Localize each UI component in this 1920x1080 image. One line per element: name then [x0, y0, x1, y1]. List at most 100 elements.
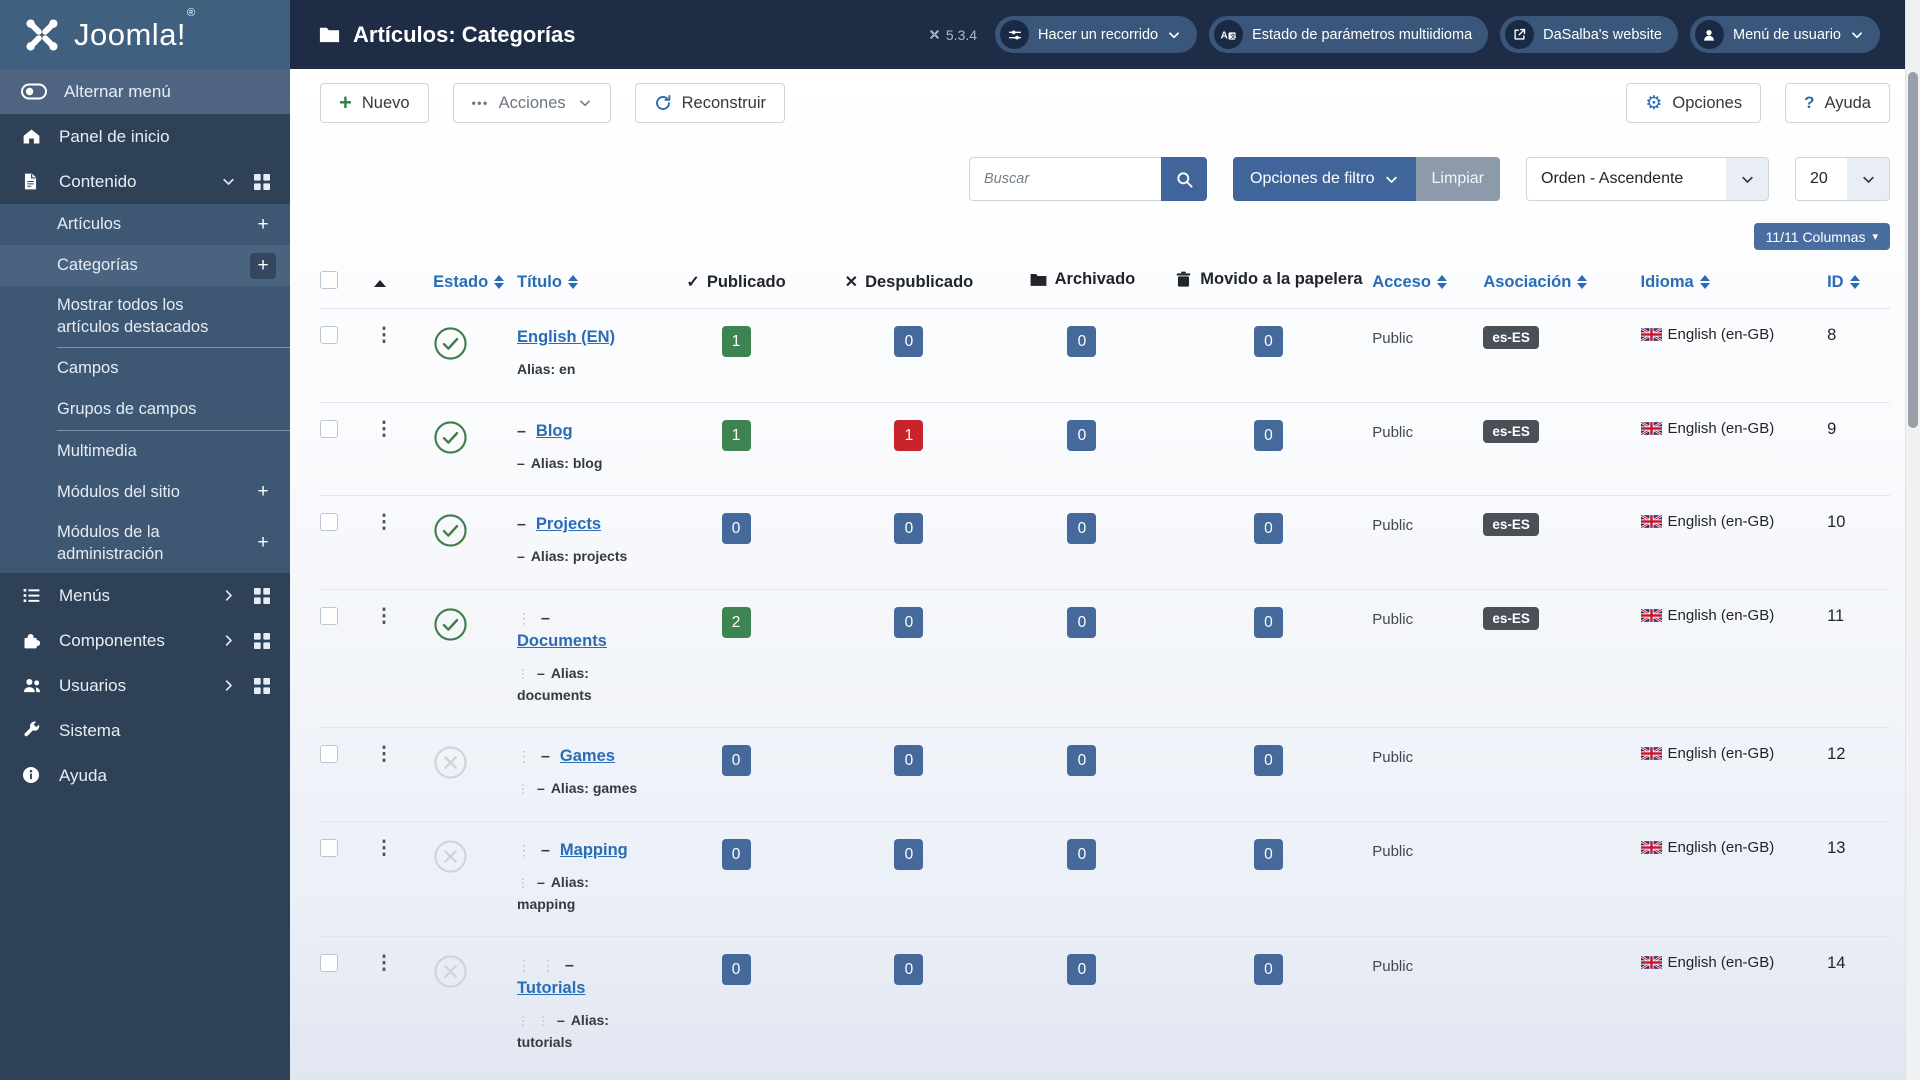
sidebar-item-mostrar-todos-los-articulos-destacados[interactable]: Mostrar todos los artículos destacados [0, 286, 290, 347]
row-checkbox[interactable] [320, 513, 338, 532]
help-button[interactable]: ? Ayuda [1785, 83, 1890, 123]
count-badge-trash[interactable]: 0 [1253, 513, 1283, 545]
count-badge-trash[interactable]: 0 [1253, 419, 1283, 451]
grid-icon[interactable] [254, 632, 270, 649]
grid-icon[interactable] [254, 587, 270, 604]
actions-button[interactable]: ••• Acciones [452, 83, 611, 123]
drag-handle-icon[interactable]: ⋮ [374, 419, 393, 440]
sort-header-id[interactable]: ID [1827, 273, 1860, 292]
add-icon[interactable]: + [250, 212, 276, 238]
status-unpublished-icon[interactable] [433, 954, 468, 989]
sidebar-item-componentes[interactable]: Componentes [0, 618, 290, 663]
status-published-icon[interactable] [433, 420, 468, 455]
status-unpublished-icon[interactable] [433, 745, 468, 780]
row-checkbox[interactable] [320, 745, 338, 764]
sidebar-item-modulos-del-sitio[interactable]: Módulos del sitio + [0, 472, 290, 513]
count-badge-pub[interactable]: 1 [721, 326, 751, 357]
sidebar-item-menus[interactable]: Menús [0, 573, 290, 618]
drag-handle-icon[interactable]: ⋮ [374, 606, 393, 627]
drag-handle-icon[interactable]: ⋮ [374, 838, 393, 859]
sidebar-item-modulos-de-la-administracion[interactable]: Módulos de la administración + [0, 513, 290, 574]
count-badge-unpub[interactable]: 0 [894, 838, 924, 870]
sidebar-item-sistema[interactable]: Sistema [0, 708, 290, 753]
count-badge-pub[interactable]: 0 [721, 838, 751, 870]
sort-header-estado[interactable]: Estado [433, 273, 505, 292]
count-badge-unpub[interactable]: 0 [894, 326, 924, 357]
row-checkbox[interactable] [320, 419, 338, 438]
toggle-menu-button[interactable]: Alternar menú [0, 69, 290, 114]
category-title-link[interactable]: English (EN) [517, 326, 615, 350]
category-title-link[interactable]: Mapping [560, 839, 628, 863]
count-badge-pub[interactable]: 2 [721, 606, 751, 638]
category-title-link[interactable]: Projects [536, 513, 601, 537]
add-icon[interactable]: + [250, 252, 276, 279]
grid-icon[interactable] [254, 173, 270, 190]
sort-header-acceso[interactable]: Acceso [1372, 273, 1447, 292]
status-published-icon[interactable] [433, 513, 468, 548]
ordering-sort-header[interactable] [374, 279, 387, 287]
add-icon[interactable]: + [250, 530, 276, 556]
sort-header-titulo[interactable]: Título [517, 273, 578, 292]
count-badge-arch[interactable]: 0 [1067, 606, 1097, 638]
row-checkbox[interactable] [320, 606, 338, 625]
count-badge-pub[interactable]: 1 [721, 419, 751, 451]
count-badge-unpub[interactable]: 0 [894, 513, 924, 545]
count-badge-trash[interactable]: 0 [1253, 954, 1283, 986]
clear-button[interactable]: Limpiar [1415, 157, 1500, 201]
count-badge-arch[interactable]: 0 [1067, 513, 1097, 545]
drag-handle-icon[interactable]: ⋮ [374, 744, 393, 765]
count-badge-pub[interactable]: 0 [721, 745, 751, 777]
count-badge-trash[interactable]: 0 [1253, 606, 1283, 638]
drag-handle-icon[interactable]: ⋮ [374, 953, 393, 974]
sort-header-asociacion[interactable]: Asociación [1483, 273, 1588, 292]
count-badge-arch[interactable]: 0 [1067, 954, 1097, 986]
filter-options-button[interactable]: Opciones de filtro [1233, 157, 1416, 201]
count-badge-arch[interactable]: 0 [1067, 745, 1097, 777]
count-badge-pub[interactable]: 0 [721, 954, 751, 986]
sidebar-item-categorias[interactable]: Categorías + [0, 245, 290, 286]
sidebar-item-campos[interactable]: Campos [0, 348, 290, 389]
category-title-link[interactable]: Blog [536, 420, 573, 444]
category-title-link[interactable]: Documents [517, 630, 607, 654]
website-link[interactable]: DaSalba's website [1500, 16, 1678, 53]
count-badge-trash[interactable]: 0 [1253, 326, 1283, 357]
drag-handle-icon[interactable]: ⋮ [374, 512, 393, 533]
status-published-icon[interactable] [433, 326, 468, 361]
sort-select[interactable]: Orden - Ascendente [1526, 157, 1769, 201]
select-all-checkbox[interactable] [320, 270, 338, 289]
category-title-link[interactable]: Games [560, 745, 615, 769]
sidebar-item-multimedia[interactable]: Multimedia [0, 431, 290, 472]
per-page-select[interactable]: 20 [1795, 157, 1890, 201]
count-badge-arch[interactable]: 0 [1067, 419, 1097, 451]
count-badge-unpub[interactable]: 0 [894, 606, 924, 638]
status-published-icon[interactable] [433, 607, 468, 642]
sidebar-item-panel-de-inicio[interactable]: Panel de inicio [0, 114, 290, 159]
row-checkbox[interactable] [320, 838, 338, 857]
rebuild-button[interactable]: Reconstruir [634, 83, 785, 123]
count-badge-trash[interactable]: 0 [1253, 838, 1283, 870]
count-badge-pub[interactable]: 0 [721, 513, 751, 545]
add-icon[interactable]: + [250, 479, 276, 505]
sidebar-item-articulos[interactable]: Artículos + [0, 204, 290, 245]
sidebar-item-ayuda[interactable]: Ayuda [0, 753, 290, 798]
count-badge-unpub[interactable]: 0 [894, 954, 924, 986]
count-badge-arch[interactable]: 0 [1067, 838, 1097, 870]
tour-button[interactable]: Hacer un recorrido [995, 16, 1198, 53]
sidebar-item-usuarios[interactable]: Usuarios [0, 663, 290, 708]
user-menu-button[interactable]: Menú de usuario [1689, 16, 1880, 53]
search-input[interactable] [969, 157, 1162, 201]
scrollbar[interactable] [1905, 0, 1920, 1080]
row-checkbox[interactable] [320, 326, 338, 344]
count-badge-unpub[interactable]: 1 [894, 419, 924, 451]
sidebar-item-grupos-de-campos[interactable]: Grupos de campos [0, 389, 290, 430]
category-title-link[interactable]: Tutorials [517, 977, 585, 1001]
count-badge-unpub[interactable]: 0 [894, 745, 924, 777]
multilanguage-status-button[interactable]: A 文 Estado de parámetros multiidioma [1209, 16, 1489, 53]
scrollbar-thumb[interactable] [1908, 72, 1918, 428]
grid-icon[interactable] [254, 677, 270, 694]
search-button[interactable] [1161, 157, 1208, 201]
joomla-logo[interactable]: Joomla!® [0, 0, 290, 69]
row-checkbox[interactable] [320, 954, 338, 973]
sort-header-idioma[interactable]: Idioma [1641, 273, 1710, 292]
drag-handle-icon[interactable]: ⋮ [374, 325, 393, 346]
